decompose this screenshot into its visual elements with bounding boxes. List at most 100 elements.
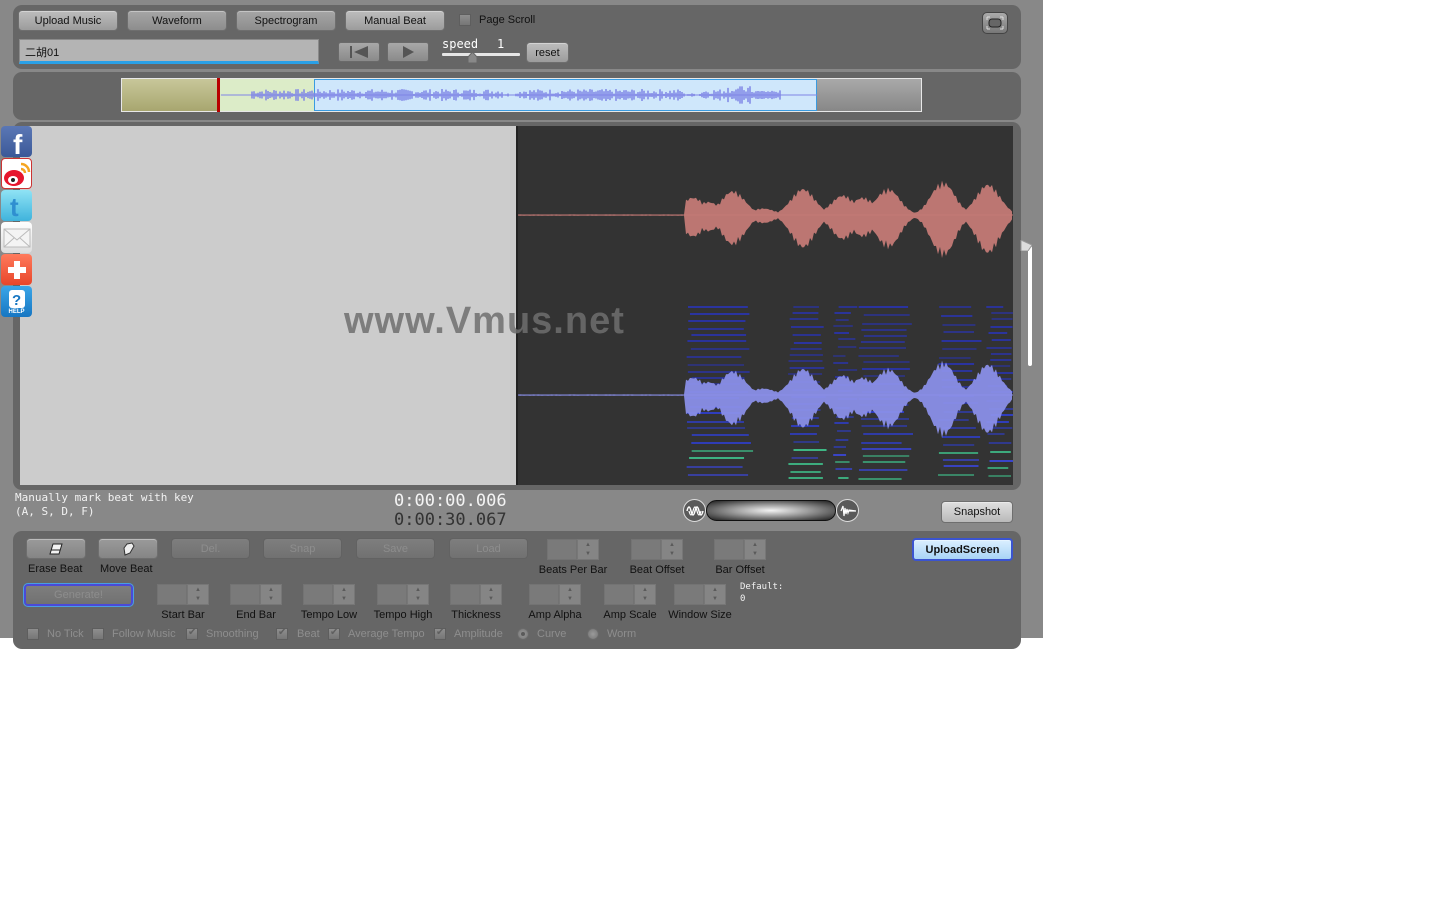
smoothing-checkbox[interactable] [186,627,198,640]
chevron-down-icon[interactable]: ▼ [415,596,421,602]
facebook-button[interactable]: f [1,126,32,157]
spectrogram-button[interactable]: Spectrogram [236,10,336,31]
window-size-stepper[interactable]: ▲ ▼ [674,584,726,605]
tempo-low-arrows[interactable]: ▲ ▼ [333,584,355,605]
generate-button[interactable]: Generate! [23,583,134,607]
delete-button[interactable]: Del. [171,538,250,559]
no-tick-checkbox[interactable] [27,628,39,640]
manual-beat-button[interactable]: Manual Beat [345,10,445,31]
tempo-low-field[interactable] [303,584,333,605]
chevron-down-icon[interactable]: ▼ [268,596,274,602]
amplitude-checkbox[interactable] [434,627,446,640]
waveform-button[interactable]: Waveform [127,10,227,31]
curve-radio[interactable] [517,628,529,640]
zoom-out-button[interactable] [683,499,706,522]
weibo-button[interactable] [1,158,32,189]
chevron-down-icon[interactable]: ▼ [488,596,494,602]
tempo-high-stepper[interactable]: ▲ ▼ [377,584,429,605]
start-bar-arrows[interactable]: ▲ ▼ [187,584,209,605]
snapshot-button[interactable]: Snapshot [941,501,1013,523]
save-button[interactable]: Save [356,538,435,559]
move-beat-button[interactable] [98,538,158,559]
chevron-up-icon[interactable]: ▲ [268,587,274,593]
worm-radio[interactable] [587,628,599,640]
beats-per-bar-stepper[interactable]: ▲ ▼ [547,539,599,560]
amp-scale-field[interactable] [604,584,634,605]
speed-value: 1 [497,37,505,51]
amp-alpha-stepper[interactable]: ▲ ▼ [529,584,581,605]
vertical-scrollbar[interactable] [1028,246,1032,366]
chevron-up-icon[interactable]: ▲ [642,587,648,593]
end-bar-arrows[interactable]: ▲ ▼ [260,584,282,605]
thickness-field[interactable] [450,584,480,605]
upload-screen-button[interactable]: UploadScreen [912,538,1013,561]
spectrogram-band [988,475,1011,477]
zoom-slider[interactable] [706,500,836,521]
chevron-down-icon[interactable]: ▼ [669,551,675,557]
erase-beat-button[interactable] [26,538,86,559]
chevron-up-icon[interactable]: ▲ [415,587,421,593]
email-button[interactable] [1,222,32,253]
bar-offset-arrows[interactable]: ▲ ▼ [744,539,766,560]
vertical-scrollbar-thumb[interactable] [1020,239,1033,252]
reset-button[interactable]: reset [526,42,569,63]
chevron-up-icon[interactable]: ▲ [488,587,494,593]
overview-playhead[interactable] [216,78,220,112]
chevron-down-icon[interactable]: ▼ [341,596,347,602]
start-bar-field[interactable] [157,584,187,605]
speed-slider-thumb[interactable] [467,51,478,64]
chevron-up-icon[interactable]: ▲ [712,587,718,593]
chevron-down-icon[interactable]: ▼ [567,596,573,602]
window-size-arrows[interactable]: ▲ ▼ [704,584,726,605]
amp-scale-stepper[interactable]: ▲ ▼ [604,584,656,605]
zoom-in-button[interactable] [836,499,859,522]
chevron-down-icon[interactable]: ▼ [195,596,201,602]
snap-button[interactable]: Snap [263,538,342,559]
speed-slider-track[interactable] [442,53,520,56]
help-button[interactable]: ? HELP [1,286,32,317]
chevron-down-icon[interactable]: ▼ [752,551,758,557]
tempo-high-field[interactable] [377,584,407,605]
rewind-button[interactable] [338,42,380,62]
window-size-field[interactable] [674,584,704,605]
average-tempo-checkbox[interactable] [328,627,340,640]
end-bar-field[interactable] [230,584,260,605]
beat-offset-arrows[interactable]: ▲ ▼ [661,539,683,560]
beat-checkbox[interactable] [276,627,288,640]
chevron-up-icon[interactable]: ▲ [752,542,758,548]
beats-per-bar-arrows[interactable]: ▲ ▼ [577,539,599,560]
follow-music-checkbox[interactable] [92,628,104,640]
chevron-down-icon[interactable]: ▼ [642,596,648,602]
thickness-stepper[interactable]: ▲ ▼ [450,584,502,605]
bar-offset-stepper[interactable]: ▲ ▼ [714,539,766,560]
chevron-up-icon[interactable]: ▲ [341,587,347,593]
chevron-up-icon[interactable]: ▲ [669,542,675,548]
play-button[interactable] [387,42,429,62]
amp-alpha-arrows[interactable]: ▲ ▼ [559,584,581,605]
start-bar-stepper[interactable]: ▲ ▼ [157,584,209,605]
upload-music-button[interactable]: Upload Music [18,10,118,31]
overview-timeline[interactable] [121,78,922,112]
end-bar-stepper[interactable]: ▲ ▼ [230,584,282,605]
tempo-low-stepper[interactable]: ▲ ▼ [303,584,355,605]
chevron-up-icon[interactable]: ▲ [567,587,573,593]
beats-per-bar-field[interactable] [547,539,577,560]
bar-offset-field[interactable] [714,539,744,560]
chevron-up-icon[interactable]: ▲ [585,542,591,548]
spectrogram-band [687,474,749,476]
page-scroll-checkbox[interactable] [459,14,471,26]
chevron-down-icon[interactable]: ▼ [712,596,718,602]
thickness-arrows[interactable]: ▲ ▼ [480,584,502,605]
chevron-down-icon[interactable]: ▼ [585,551,591,557]
twitter-button[interactable]: t [1,190,32,221]
amp-alpha-field[interactable] [529,584,559,605]
chevron-up-icon[interactable]: ▲ [195,587,201,593]
track-title-field[interactable]: 二胡01 [19,39,319,64]
load-button[interactable]: Load [449,538,528,559]
beat-offset-field[interactable] [631,539,661,560]
fullscreen-button[interactable] [982,12,1008,34]
share-button[interactable] [1,254,32,285]
tempo-high-arrows[interactable]: ▲ ▼ [407,584,429,605]
beat-offset-stepper[interactable]: ▲ ▼ [631,539,683,560]
amp-scale-arrows[interactable]: ▲ ▼ [634,584,656,605]
